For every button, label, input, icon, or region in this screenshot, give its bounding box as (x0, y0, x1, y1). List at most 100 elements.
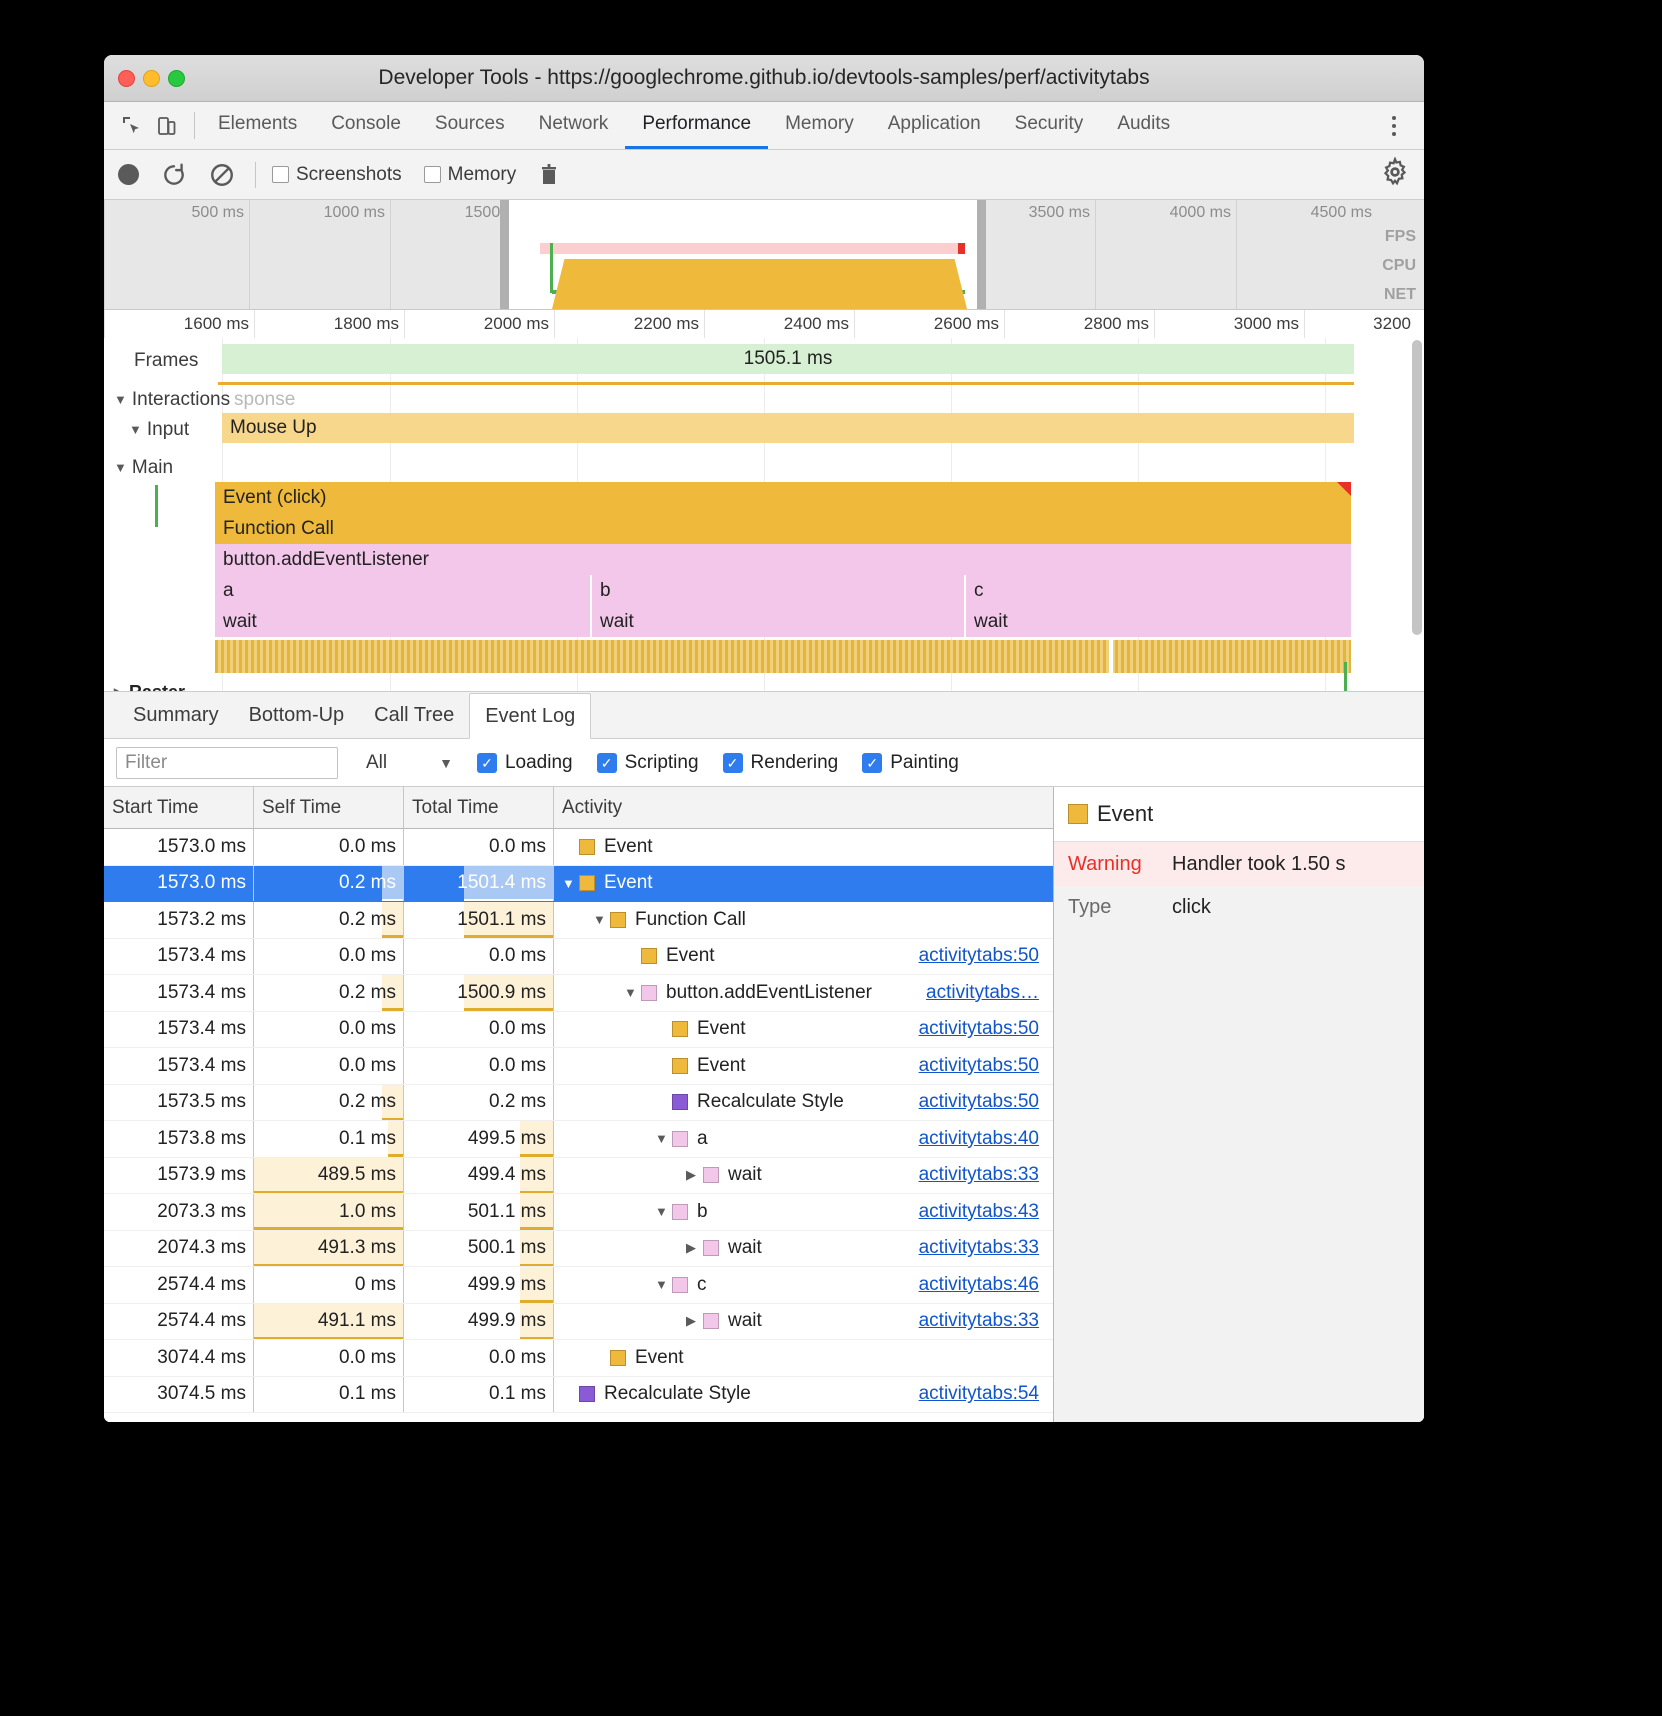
tab-console[interactable]: Console (314, 102, 418, 149)
source-location-link[interactable]: activitytabs:50 (919, 1055, 1039, 1077)
cell-start-time-text: 2574.4 ms (157, 1274, 246, 1296)
category-checkbox-scripting[interactable]: ✓ Scripting (597, 752, 699, 774)
column-header-total-time[interactable]: Total Time (404, 787, 554, 828)
flame-chart[interactable]: 1600 ms 1800 ms 2000 ms 2200 ms 2400 ms … (104, 310, 1424, 692)
column-header-start-time[interactable]: Start Time (104, 787, 254, 828)
timeline-overview[interactable]: 500 ms 1000 ms 1500 ms 2000 ms 2500 ms 3… (104, 200, 1424, 310)
source-location-link[interactable]: activitytabs:43 (919, 1201, 1039, 1223)
table-row[interactable]: 1573.9 ms489.5 ms499.4 ms▶waitactivityta… (104, 1158, 1053, 1195)
table-row[interactable]: 3074.5 ms0.1 ms0.1 ms Recalculate Stylea… (104, 1377, 1053, 1414)
flame-bar-event-click[interactable]: Event (click) (215, 482, 1351, 513)
source-location-link[interactable]: activitytabs:46 (919, 1274, 1039, 1296)
flame-bar-b[interactable]: b (592, 575, 964, 606)
source-location-link[interactable]: activitytabs:54 (919, 1383, 1039, 1405)
memory-checkbox[interactable]: Memory (424, 164, 517, 186)
tab-summary[interactable]: Summary (118, 692, 234, 738)
flame-bar-wait[interactable]: wait (966, 606, 1351, 637)
column-header-self-time[interactable]: Self Time (254, 787, 404, 828)
cell-start-time: 1573.4 ms (104, 975, 254, 1011)
table-row[interactable]: 2574.4 ms0 ms499.9 ms▼cactivitytabs:46 (104, 1267, 1053, 1304)
chevron-right-icon[interactable]: ▶ (686, 1167, 703, 1183)
screenshots-checkbox[interactable]: Screenshots (272, 164, 402, 186)
tab-sources[interactable]: Sources (418, 102, 522, 149)
trash-icon[interactable] (538, 163, 560, 187)
overview-right-handle[interactable] (977, 200, 986, 309)
flame-group-main[interactable]: ▼Main (114, 457, 173, 479)
chevron-down-icon[interactable]: ▼ (655, 1204, 672, 1219)
category-label: Painting (890, 752, 959, 774)
flame-group-input[interactable]: ▼Input (129, 419, 189, 441)
table-row[interactable]: 2074.3 ms491.3 ms500.1 ms▶waitactivityta… (104, 1231, 1053, 1268)
source-location-link[interactable]: activitytabs:50 (919, 1018, 1039, 1040)
chevron-down-icon[interactable]: ▼ (624, 985, 641, 1000)
chevron-down-icon[interactable]: ▼ (655, 1277, 672, 1292)
table-row[interactable]: 1573.4 ms0.0 ms0.0 ms Eventactivitytabs:… (104, 1012, 1053, 1049)
table-row[interactable]: 1573.4 ms0.0 ms0.0 ms Eventactivitytabs:… (104, 1048, 1053, 1085)
device-toolbar-icon[interactable] (154, 113, 180, 139)
flame-group-interactions[interactable]: ▼Interactions (114, 389, 230, 411)
tab-memory[interactable]: Memory (768, 102, 871, 149)
tab-call-tree[interactable]: Call Tree (359, 692, 469, 738)
source-location-link[interactable]: activitytabs:33 (919, 1310, 1039, 1332)
table-row[interactable]: 1573.0 ms0.0 ms0.0 ms Event (104, 829, 1053, 866)
source-location-link[interactable]: activitytabs:33 (919, 1164, 1039, 1186)
tab-application[interactable]: Application (871, 102, 998, 149)
source-location-link[interactable]: activitytabs:33 (919, 1237, 1039, 1259)
tab-security[interactable]: Security (998, 102, 1101, 149)
table-row[interactable]: 1573.4 ms0.0 ms0.0 ms Eventactivitytabs:… (104, 939, 1053, 976)
overview-left-handle[interactable] (500, 200, 509, 309)
flame-bar-function-call[interactable]: Function Call (215, 513, 1351, 544)
category-checkbox-painting[interactable]: ✓ Painting (862, 752, 959, 774)
table-row[interactable]: 1573.2 ms0.2 ms1501.1 ms▼Function Call (104, 902, 1053, 939)
flame-group-raster[interactable]: ▶Raster (114, 682, 185, 692)
chevron-right-icon[interactable]: ▶ (686, 1240, 703, 1256)
flame-bar-mouse-up[interactable]: Mouse Up (222, 413, 1354, 443)
record-button[interactable] (118, 164, 139, 185)
source-location-link[interactable]: activitytabs:40 (919, 1128, 1039, 1150)
source-location-link[interactable]: activitytabs… (926, 982, 1039, 1004)
inspect-element-icon[interactable] (118, 113, 144, 139)
duration-select[interactable]: All ▼ (366, 752, 453, 774)
chevron-down-icon[interactable]: ▼ (593, 912, 610, 927)
source-location-link[interactable]: activitytabs:50 (919, 1091, 1039, 1113)
table-row[interactable]: 1573.8 ms0.1 ms499.5 ms▼aactivitytabs:40 (104, 1121, 1053, 1158)
chevron-down-icon[interactable]: ▼ (562, 876, 579, 891)
flame-bar-c[interactable]: c (966, 575, 1351, 606)
category-checkbox-loading[interactable]: ✓ Loading (477, 752, 573, 774)
table-row[interactable]: 1573.0 ms0.2 ms1501.4 ms▼Event (104, 866, 1053, 903)
gear-icon[interactable] (1380, 157, 1410, 192)
column-header-activity[interactable]: Activity (554, 787, 1053, 828)
tab-performance[interactable]: Performance (625, 102, 768, 149)
table-row[interactable]: 1573.4 ms0.2 ms1500.9 ms▼button.addEvent… (104, 975, 1053, 1012)
tab-audits[interactable]: Audits (1100, 102, 1187, 149)
flame-bar-wait[interactable]: wait (215, 606, 590, 637)
source-location-link[interactable]: activitytabs:50 (919, 945, 1039, 967)
tab-event-log[interactable]: Event Log (469, 693, 591, 739)
table-row[interactable]: 3074.4 ms0.0 ms0.0 ms Event (104, 1340, 1053, 1377)
reload-and-record-icon[interactable] (161, 162, 187, 188)
chevron-down-icon[interactable]: ▼ (655, 1131, 672, 1146)
flame-scrollbar[interactable] (1412, 340, 1422, 635)
cell-self-time-text: 0.0 ms (339, 1018, 396, 1040)
filter-input[interactable] (116, 747, 338, 779)
table-row[interactable]: 2574.4 ms491.1 ms499.9 ms▶waitactivityta… (104, 1304, 1053, 1341)
tab-bottom-up[interactable]: Bottom-Up (234, 692, 360, 738)
tab-network[interactable]: Network (522, 102, 626, 149)
flame-bar-wait[interactable]: wait (592, 606, 964, 637)
flame-bar-a[interactable]: a (215, 575, 590, 606)
flame-bar-hatched-group[interactable] (215, 640, 1351, 673)
frames-label: Frames (134, 350, 198, 371)
chevron-right-icon[interactable]: ▶ (686, 1313, 703, 1329)
clear-recording-icon[interactable] (209, 162, 235, 188)
table-row[interactable]: 2073.3 ms1.0 ms501.1 ms▼bactivitytabs:43 (104, 1194, 1053, 1231)
hatch-gap (1109, 640, 1113, 673)
table-row[interactable]: 1573.5 ms0.2 ms0.2 ms Recalculate Stylea… (104, 1085, 1053, 1122)
cell-self-time-text: 491.1 ms (318, 1310, 396, 1332)
more-options-icon[interactable] (1376, 116, 1412, 136)
category-color-swatch (703, 1240, 719, 1256)
category-checkbox-rendering[interactable]: ✓ Rendering (723, 752, 839, 774)
flame-bar-add-event-listener[interactable]: button.addEventListener (215, 544, 1351, 575)
frame-bar[interactable]: 1505.1 ms (222, 344, 1354, 374)
tab-elements[interactable]: Elements (201, 102, 314, 149)
activity-label: Event (666, 945, 715, 967)
